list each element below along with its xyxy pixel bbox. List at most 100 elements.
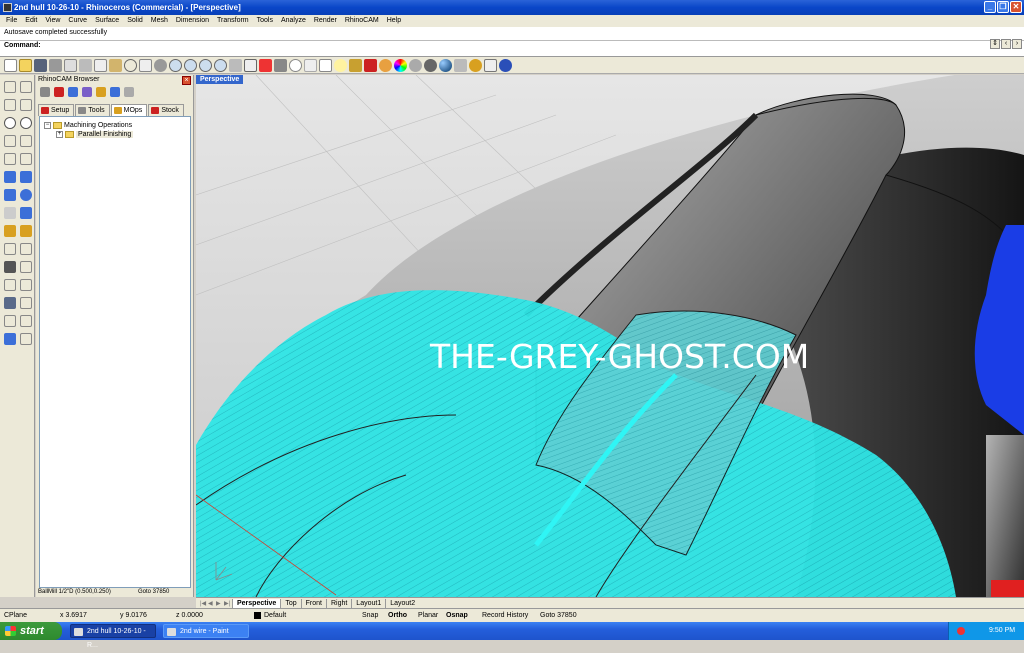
layer-icon[interactable] xyxy=(319,58,332,72)
array-icon[interactable] xyxy=(4,315,16,327)
properties-icon[interactable] xyxy=(454,58,467,72)
arc-icon[interactable] xyxy=(4,135,16,147)
menu-dimension[interactable]: Dimension xyxy=(172,15,213,27)
join-icon[interactable] xyxy=(20,243,32,255)
start-button[interactable]: start xyxy=(0,622,62,640)
menu-file[interactable]: File xyxy=(2,15,21,27)
mesh-icon[interactable] xyxy=(4,261,16,273)
new-file-icon[interactable] xyxy=(4,58,17,72)
network-icon[interactable] xyxy=(484,58,497,72)
curve-icon[interactable] xyxy=(4,153,16,165)
ruler-icon[interactable] xyxy=(20,333,32,345)
polyline-icon[interactable] xyxy=(4,99,16,111)
select-arrow-icon[interactable] xyxy=(4,81,16,93)
target-icon[interactable] xyxy=(289,58,302,72)
tab-layout1[interactable]: Layout1 xyxy=(351,598,385,608)
perspective-viewport[interactable]: Perspective THE-GREY-GHOST.COM xyxy=(196,75,1024,597)
settings-icon[interactable] xyxy=(124,87,134,97)
split-icon[interactable] xyxy=(20,225,32,237)
snapshot-icon[interactable] xyxy=(274,58,287,72)
zoom-icon[interactable] xyxy=(169,58,182,72)
cylinder-icon[interactable] xyxy=(4,207,16,219)
sphere-solid-icon[interactable] xyxy=(20,189,32,201)
command-prompt[interactable]: Command: xyxy=(0,40,1024,51)
help-icon[interactable] xyxy=(499,58,512,72)
boolean-icon[interactable] xyxy=(4,225,16,237)
command-forward-icon[interactable]: › xyxy=(1012,39,1022,49)
text-icon[interactable] xyxy=(4,297,16,309)
machine-icon[interactable] xyxy=(40,87,50,97)
sphere-icon[interactable] xyxy=(439,58,452,72)
material-icon[interactable] xyxy=(364,58,377,72)
post-icon[interactable] xyxy=(68,87,78,97)
shade-icon[interactable] xyxy=(409,58,422,72)
cplane-icon[interactable] xyxy=(259,58,272,72)
tab-next-icon[interactable]: ▶ xyxy=(216,600,224,607)
zoom-selected-icon[interactable] xyxy=(214,58,227,72)
viewport-label[interactable]: Perspective xyxy=(196,75,244,84)
menu-surface[interactable]: Surface xyxy=(91,15,123,27)
circle-icon[interactable] xyxy=(4,117,16,129)
menu-rhinocam[interactable]: RhinoCAM xyxy=(341,15,383,27)
import-icon[interactable] xyxy=(64,58,77,72)
scale-icon[interactable] xyxy=(20,315,32,327)
four-view-icon[interactable] xyxy=(244,58,257,72)
copy-icon[interactable] xyxy=(94,58,107,72)
pan-icon[interactable] xyxy=(139,58,152,72)
lightbulb-icon[interactable] xyxy=(334,58,347,72)
polygon-icon[interactable] xyxy=(20,135,32,147)
lock-icon[interactable] xyxy=(349,58,362,72)
render-icon[interactable] xyxy=(379,58,392,72)
menu-transform[interactable]: Transform xyxy=(213,15,253,27)
menu-view[interactable]: View xyxy=(41,15,64,27)
status-ortho[interactable]: Ortho xyxy=(388,612,407,619)
taskbar-item-paint[interactable]: 2nd wire - Paint xyxy=(163,624,249,638)
ellipse-icon[interactable] xyxy=(20,117,32,129)
tab-prev-icon[interactable]: ◀ xyxy=(208,600,216,607)
close-button[interactable]: ✕ xyxy=(1010,1,1022,13)
restore-button[interactable]: ❐ xyxy=(997,1,1009,13)
rectangle-icon[interactable] xyxy=(20,99,32,111)
options-gear-icon[interactable] xyxy=(469,58,482,72)
status-snap[interactable]: Snap xyxy=(362,612,378,619)
point-icon[interactable] xyxy=(20,81,32,93)
taskbar-item-rhino[interactable]: 2nd hull 10-26-10 - R... xyxy=(70,624,156,649)
minimize-button[interactable]: _ xyxy=(984,1,996,13)
cut-icon[interactable] xyxy=(79,58,92,72)
move-icon[interactable] xyxy=(4,279,16,291)
undo-icon[interactable] xyxy=(124,58,137,72)
toolpath-icon[interactable] xyxy=(110,87,120,97)
rendered-view-icon[interactable] xyxy=(424,58,437,72)
menu-render[interactable]: Render xyxy=(310,15,341,27)
menu-help[interactable]: Help xyxy=(383,15,405,27)
menu-curve[interactable]: Curve xyxy=(64,15,91,27)
rotate-icon[interactable] xyxy=(20,279,32,291)
status-planar[interactable]: Planar xyxy=(418,612,438,619)
extrude-icon[interactable] xyxy=(20,207,32,219)
tab-mops[interactable]: MOps xyxy=(110,104,148,116)
menu-edit[interactable]: Edit xyxy=(21,15,41,27)
tab-layout2[interactable]: Layout2 xyxy=(385,598,419,608)
menu-tools[interactable]: Tools xyxy=(253,15,277,27)
command-scroll-icon[interactable]: ⇕ xyxy=(990,39,1000,49)
tab-top[interactable]: Top xyxy=(280,598,300,608)
menu-analyze[interactable]: Analyze xyxy=(277,15,310,27)
tray-alert-icon[interactable] xyxy=(957,627,965,635)
explode-icon[interactable] xyxy=(20,261,32,273)
tab-setup[interactable]: Setup xyxy=(38,104,75,116)
box-icon[interactable] xyxy=(4,189,16,201)
tab-stock[interactable]: Stock xyxy=(148,104,184,116)
surface-icon[interactable] xyxy=(4,171,16,183)
print-icon[interactable] xyxy=(49,58,62,72)
command-back-icon[interactable]: ‹ xyxy=(1001,39,1011,49)
open-file-icon[interactable] xyxy=(19,58,32,72)
generate-icon[interactable] xyxy=(96,87,106,97)
fillet-icon[interactable] xyxy=(20,153,32,165)
tab-perspective[interactable]: Perspective xyxy=(232,598,281,608)
grid-icon[interactable] xyxy=(304,58,317,72)
tab-right[interactable]: Right xyxy=(325,598,351,608)
zoom-window-icon[interactable] xyxy=(184,58,197,72)
undo-view-icon[interactable] xyxy=(229,58,242,72)
save-icon[interactable] xyxy=(34,58,47,72)
simulate-icon[interactable] xyxy=(82,87,92,97)
